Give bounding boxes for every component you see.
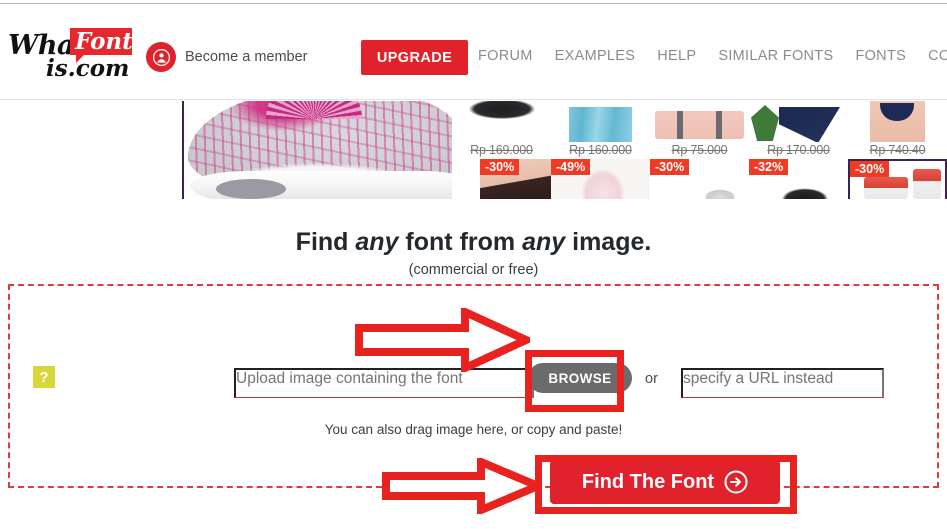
ad-product-price: Rp 75.000 xyxy=(671,142,728,157)
logo-text-domain: is.com xyxy=(46,55,130,82)
upgrade-button[interactable]: UPGRADE xyxy=(361,40,468,75)
nav-item-examples[interactable]: EXAMPLES xyxy=(555,48,636,64)
ad-product-price: Rp 170.000 xyxy=(767,142,830,157)
ad-product-thumb xyxy=(551,101,650,142)
ad-product-price: Rp 169.000 xyxy=(470,142,533,157)
nav-item-forum[interactable]: FORUM xyxy=(478,48,533,64)
page-title: Find any font from any image. xyxy=(0,228,947,257)
become-a-member-link[interactable]: Become a member xyxy=(146,42,308,72)
ad-product-5[interactable]: Rp 740.40 -30% xyxy=(848,101,947,199)
headline-part-3: image. xyxy=(565,228,652,256)
ad-discount-badge: -32% xyxy=(749,158,789,175)
become-a-member-label: Become a member xyxy=(185,49,308,65)
headline-part-1: Find xyxy=(295,228,356,256)
headline-part-2: font from xyxy=(398,228,523,256)
ad-product-next-thumb: -30% xyxy=(480,158,551,199)
ad-product-price: Rp 740.40 xyxy=(869,142,926,157)
annotation-box-find-the-font xyxy=(535,455,797,514)
page-subtitle: (commercial or free) xyxy=(408,262,539,278)
ad-discount-badge: -30% xyxy=(480,158,520,175)
main-navigation: FORUM EXAMPLES HELP SIMILAR FONTS FONTS … xyxy=(478,48,947,64)
shoe-body xyxy=(188,101,452,199)
annotation-box-browse xyxy=(525,350,624,412)
ad-product-3[interactable]: Rp 75.000 -30% xyxy=(650,101,749,199)
ad-product-thumb xyxy=(848,101,947,142)
banner-hero-shoe-image[interactable] xyxy=(184,101,452,199)
logo-text-font: Font xyxy=(75,28,133,55)
ad-discount-badge: -30% xyxy=(850,160,890,177)
ad-product-thumb xyxy=(452,101,551,142)
advertisement-banner[interactable]: Rp 169.000 -30% Rp 160.000 -49% Rp 75.00… xyxy=(0,101,947,199)
ad-discount-badge: -30% xyxy=(650,158,690,175)
headline-emphasis-1: any xyxy=(355,228,399,256)
nav-item-contact[interactable]: CONTACT xyxy=(928,48,947,64)
ad-product-next-thumb: -49% xyxy=(551,158,650,199)
upload-field-row xyxy=(234,368,534,398)
page-root: What Font is.com Become a member UPGRADE… xyxy=(0,0,947,529)
annotation-arrow-to-browse xyxy=(355,308,530,372)
banner-content: Rp 169.000 -30% Rp 160.000 -49% Rp 75.00… xyxy=(182,101,947,199)
or-separator-label: or xyxy=(645,371,658,387)
shoe-collar xyxy=(266,101,362,119)
shoe-sole xyxy=(190,171,452,199)
site-header: What Font is.com Become a member UPGRADE… xyxy=(0,4,947,100)
ad-product-next-thumb: -30% xyxy=(848,158,947,199)
drag-and-paste-hint: You can also drag image here, or copy an… xyxy=(324,422,623,437)
user-avatar-icon xyxy=(146,42,176,72)
shoe-air-pocket xyxy=(216,179,286,199)
ad-product-next-thumb: -32% xyxy=(749,158,848,199)
leaf-decoration-icon xyxy=(751,105,779,141)
ad-product-1[interactable]: Rp 169.000 -30% xyxy=(452,101,551,199)
nav-item-help[interactable]: HELP xyxy=(657,48,696,64)
site-logo[interactable]: What Font is.com xyxy=(8,26,136,82)
ad-discount-badge: -49% xyxy=(551,158,591,175)
nav-item-similar-fonts[interactable]: SIMILAR FONTS xyxy=(718,48,833,64)
ad-product-next-thumb: -30% xyxy=(650,158,749,199)
ad-product-thumb xyxy=(749,101,848,142)
url-input[interactable] xyxy=(681,368,884,398)
nav-item-fonts[interactable]: FONTS xyxy=(855,48,906,64)
ad-product-price: Rp 160.000 xyxy=(569,142,632,157)
ad-product-2[interactable]: Rp 160.000 -49% xyxy=(551,101,650,199)
ad-product-thumb xyxy=(650,101,749,142)
headline-emphasis-2: any xyxy=(522,228,566,256)
ad-product-4[interactable]: Rp 170.000 -32% xyxy=(749,101,848,199)
help-question-icon[interactable]: ? xyxy=(33,366,55,388)
annotation-arrow-to-find-button xyxy=(382,458,542,514)
upload-image-input[interactable] xyxy=(234,368,534,398)
